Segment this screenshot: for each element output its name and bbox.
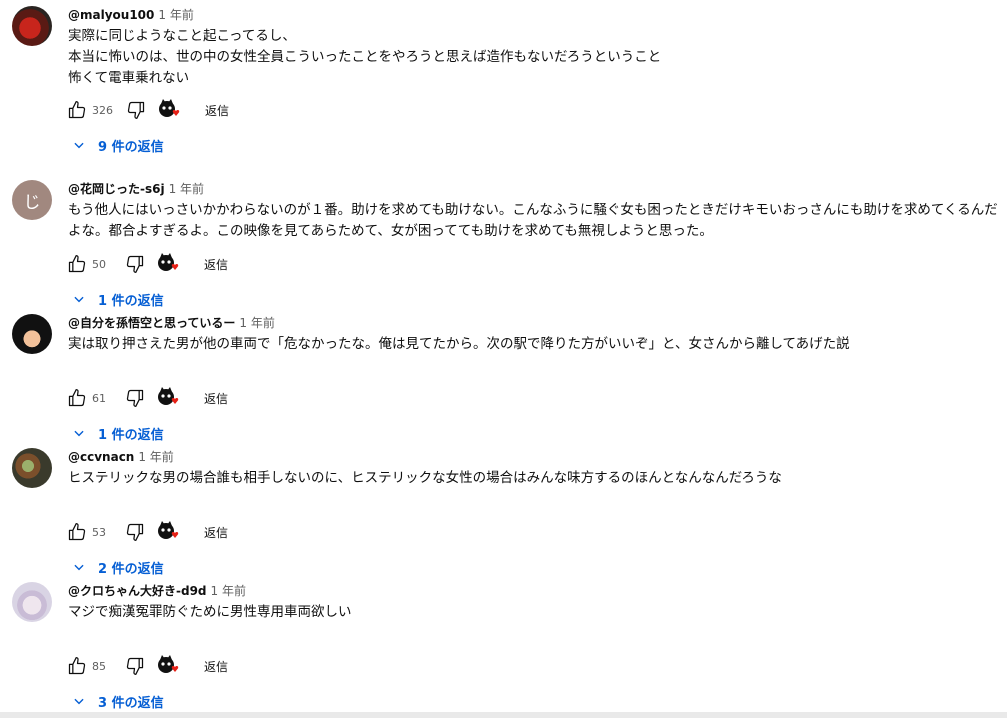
comment-text: マジで痴漢冤罪防ぐために男性専用車両欲しい [68,602,1003,623]
view-replies-button[interactable]: 1 件の返信 [72,288,164,310]
comment-actions: 53 返信 [66,520,228,544]
avatar[interactable]: じ [12,180,52,220]
thumbs-down-icon[interactable] [124,387,146,409]
replies-count-label: 9 件の返信 [98,139,164,155]
chevron-down-icon [72,694,86,708]
comment-header: @花岡じった-s6j 1 年前 [68,180,204,198]
thumbs-up-icon[interactable] [66,253,88,275]
avatar[interactable] [12,6,52,46]
replies-count-label: 1 件の返信 [98,427,164,443]
avatar-letter: じ [23,192,41,213]
view-replies-button[interactable]: 2 件の返信 [72,556,164,578]
like-count: 50 [92,257,106,271]
comment-text-line: 実は取り押さえた男が他の車両で「危なかったな。俺は見てたから。次の駅で降りた方が… [68,336,850,352]
thumbs-down-icon[interactable] [124,655,146,677]
creator-heart-icon [156,252,182,276]
comment-author[interactable]: @花岡じった-s6j [68,182,165,196]
avatar[interactable] [12,582,52,622]
comment-text: ヒステリックな男の場合誰も相手しないのに、ヒステリックな女性の場合はみんな味方す… [68,468,1003,489]
comment-text-line: 実際に同じようなこと起こってるし、 [68,28,296,44]
comment-author[interactable]: @ccvnacn [68,450,134,464]
thumbs-down-icon[interactable] [124,253,146,275]
comment-time[interactable]: 1 年前 [158,8,193,22]
comment-header: @malyou100 1 年前 [68,6,194,24]
chevron-down-icon [72,560,86,574]
reply-button[interactable]: 返信 [204,524,228,541]
comment-time[interactable]: 1 年前 [138,450,173,464]
chevron-down-icon [72,138,86,152]
comments-list: @malyou100 1 年前 実際に同じようなこと起こってるし、 本当に怖いのは… [0,0,1007,718]
replies-count-label: 3 件の返信 [98,695,164,711]
like-count: 85 [92,659,106,673]
avatar[interactable] [12,448,52,488]
thumbs-up-icon[interactable] [66,387,88,409]
thumbs-up-icon[interactable] [66,99,88,121]
replies-count-label: 1 件の返信 [98,293,164,309]
like-count: 61 [92,391,106,405]
comment-header: @ccvnacn 1 年前 [68,448,174,466]
window-bottom-edge [0,712,1007,718]
reply-button[interactable]: 返信 [204,390,228,407]
comment-text: 実は取り押さえた男が他の車両で「危なかったな。俺は見てたから。次の駅で降りた方が… [68,334,1003,355]
view-replies-button[interactable]: 1 件の返信 [72,422,164,444]
comment-author[interactable]: @malyou100 [68,8,154,22]
creator-heart-icon [156,520,182,544]
reply-button[interactable]: 返信 [205,102,229,119]
comment-text-line: 怖くて電車乗れない [68,70,190,86]
thumbs-up-icon[interactable] [66,521,88,543]
comment-header: @自分を孫悟空と思っているー 1 年前 [68,314,275,332]
comment-time[interactable]: 1 年前 [169,182,204,196]
creator-heart-icon [156,654,182,678]
comment-actions: 85 返信 [66,654,228,678]
comment-actions: 50 返信 [66,252,228,276]
comment-text-line: マジで痴漢冤罪防ぐために男性専用車両欲しい [68,604,352,620]
comment-text-line: もう他人にはいっさいかかわらないのが１番。助けを求めても助けない。こんなふうに騒… [68,202,998,239]
comment-author[interactable]: @クロちゃん大好き-d9d [68,584,207,598]
comment-time[interactable]: 1 年前 [211,584,246,598]
like-count: 53 [92,525,106,539]
comment-text-line: ヒステリックな男の場合誰も相手しないのに、ヒステリックな女性の場合はみんな味方す… [68,470,782,486]
like-count: 326 [92,103,113,117]
comment-author[interactable]: @自分を孫悟空と思っているー [68,316,235,330]
comment-header: @クロちゃん大好き-d9d 1 年前 [68,582,246,600]
reply-button[interactable]: 返信 [204,658,228,675]
view-replies-button[interactable]: 3 件の返信 [72,690,164,712]
replies-count-label: 2 件の返信 [98,561,164,577]
comment-text-line: 本当に怖いのは、世の中の女性全員こういったことをやろうと思えば造作もないだろうと… [68,49,662,65]
creator-heart-icon [156,386,182,410]
comment-text: もう他人にはいっさいかかわらないのが１番。助けを求めても助けない。こんなふうに騒… [68,200,1003,242]
thumbs-down-icon[interactable] [124,521,146,543]
thumbs-up-icon[interactable] [66,655,88,677]
creator-heart-icon [157,98,183,122]
comment-time[interactable]: 1 年前 [239,316,274,330]
view-replies-button[interactable]: 9 件の返信 [72,134,164,156]
comment-text: 実際に同じようなこと起こってるし、 本当に怖いのは、世の中の女性全員こういったこ… [68,26,1003,89]
reply-button[interactable]: 返信 [204,256,228,273]
chevron-down-icon [72,292,86,306]
comment-actions: 61 返信 [66,386,228,410]
comment-actions: 326 返信 [66,98,229,122]
thumbs-down-icon[interactable] [125,99,147,121]
avatar[interactable] [12,314,52,354]
chevron-down-icon [72,426,86,440]
